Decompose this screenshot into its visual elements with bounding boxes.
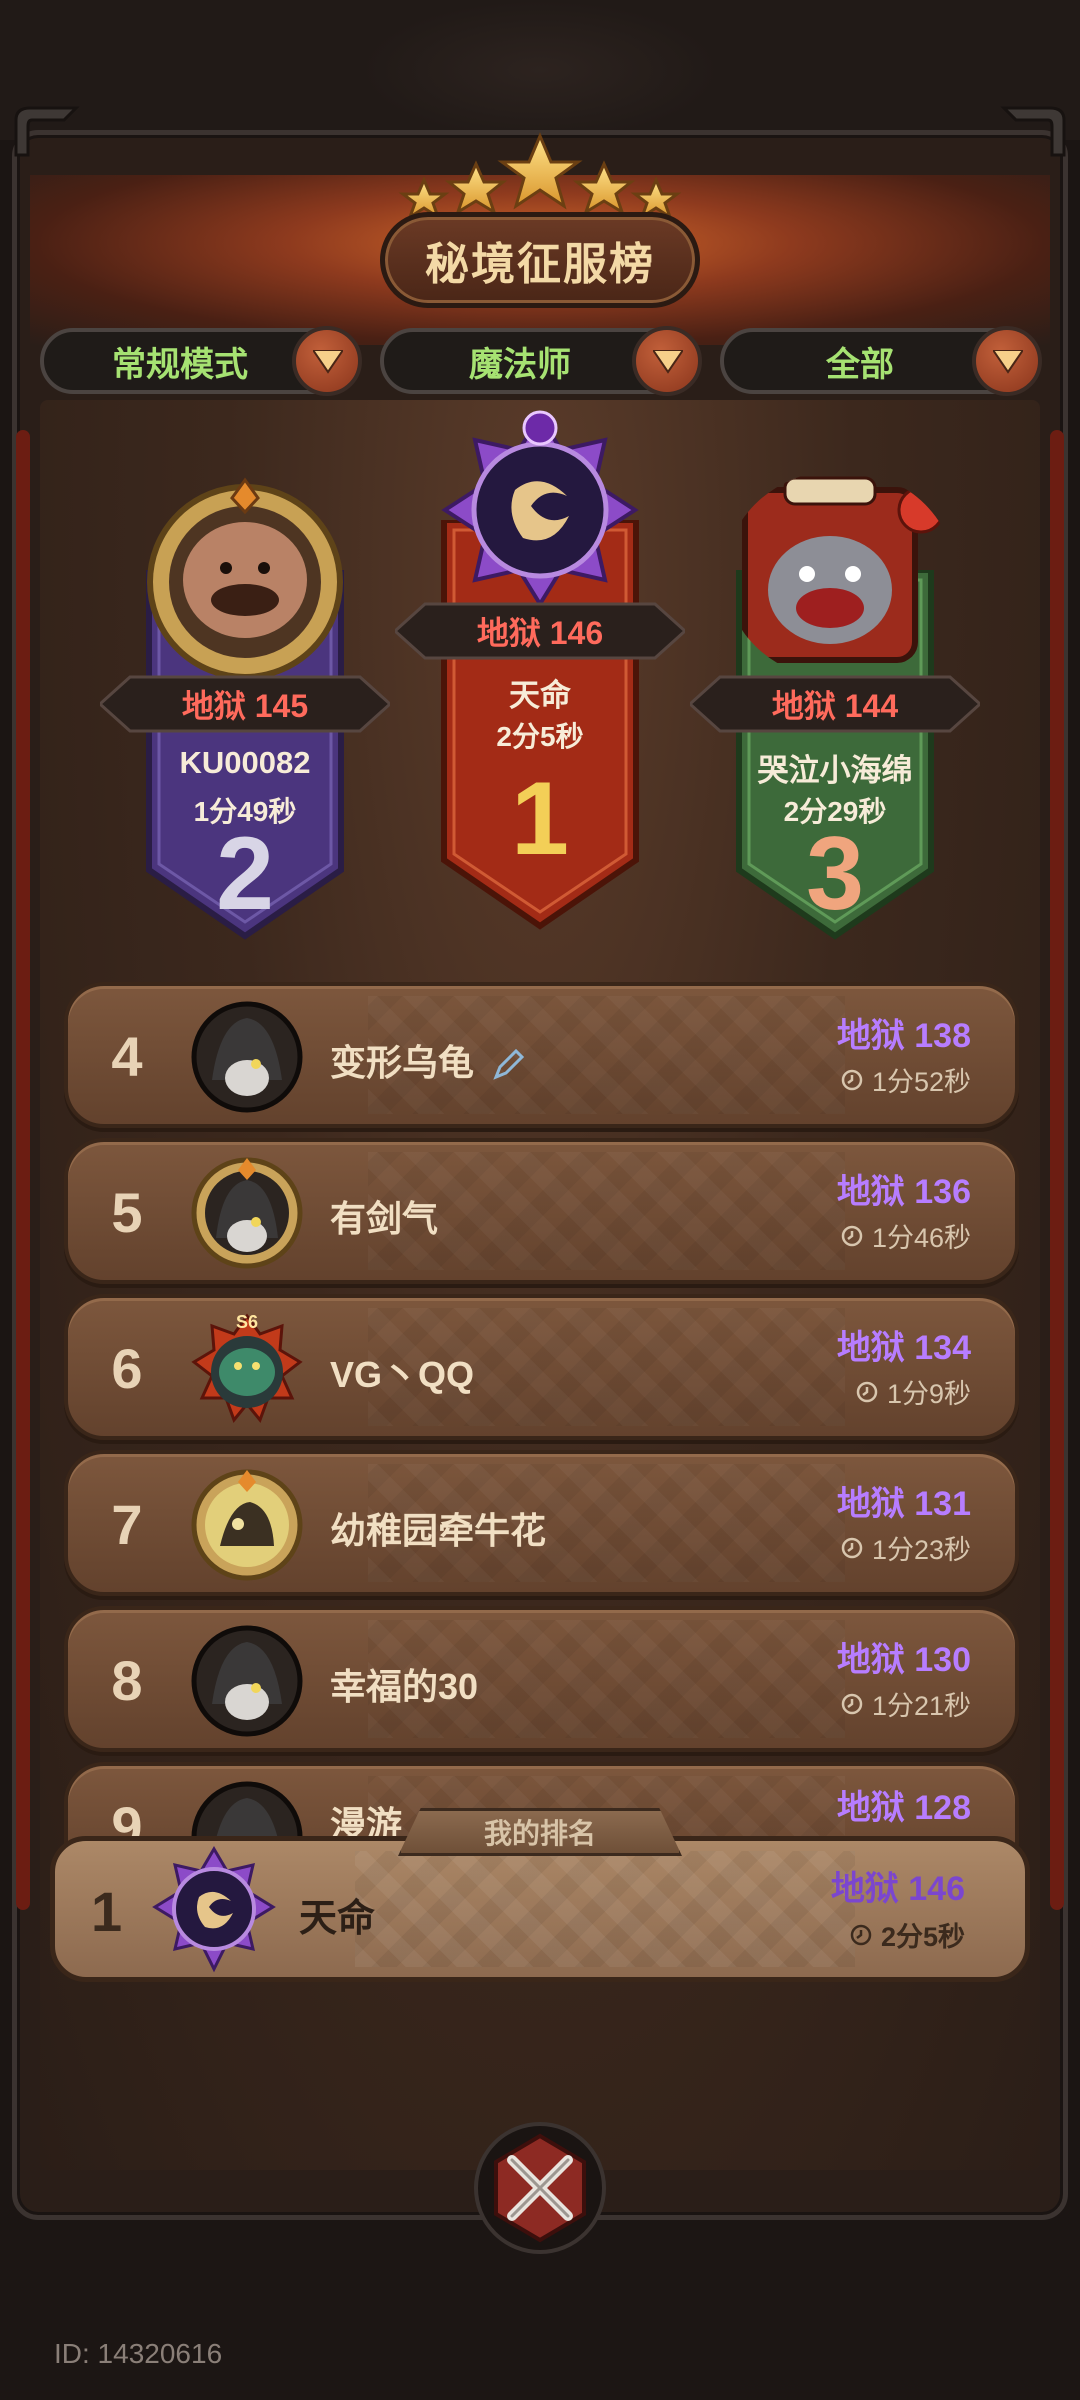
row-time: 1分23秒 [840,1528,971,1567]
row-score: 地狱 138 [836,1017,971,1055]
row-score: 地狱 130 [836,1641,971,1679]
close-button[interactable] [472,2120,608,2256]
podium-second-rank: 2 [216,816,274,932]
avatar-dragon-icon: S6 [191,1312,303,1424]
user-id: ID: 14320616 [54,2338,223,2369]
leaderboard-row[interactable]: 5 有剑气 地狱 136 1分46秒 [64,1138,1019,1284]
row-rank: 5 [111,1181,143,1244]
avatar-warrior-icon [191,1469,303,1581]
my-rank-time: 2分5秒 [849,1915,965,1954]
podium-second-name: KU00082 [179,745,311,780]
row-score: 地狱 134 [836,1329,971,1367]
my-rank-label: 我的排名 [398,1808,682,1856]
leaderboard-row[interactable]: 6 S6 VG丶QQ 地狱 134 1分9秒 [64,1294,1019,1440]
left-rail [16,430,30,1910]
my-rank-row[interactable]: 1 天命 地狱 146 2分5秒 [50,1836,1030,1982]
class-filter-toggle[interactable] [632,326,702,396]
row-time: 1分9秒 [855,1372,971,1411]
row-player-name: 有剑气 [330,1198,439,1239]
chevron-down-icon [993,350,1023,374]
season-badge: S6 [236,1312,258,1332]
podium-first-name: 天命 [509,678,571,713]
row-rank: 4 [111,1025,143,1088]
podium-first[interactable]: 地狱 146 天命 2分5秒 1 [395,410,685,930]
row-player-name: 变形乌龟 [330,1034,528,1086]
row-rank: 8 [111,1649,143,1712]
title-plate: 秘境征服榜 [380,212,700,308]
podium-first-time: 2分5秒 [496,721,584,752]
page-title: 秘境征服榜 [425,240,655,289]
row-time: 1分21秒 [840,1684,971,1723]
avatar-hooded-gold-icon [191,1157,303,1269]
my-rank-name: 天命 [299,1898,376,1940]
clock-icon [841,1225,863,1246]
row-rank: 6 [111,1337,143,1400]
podium-second[interactable]: 地狱 145 KU00082 1分49秒 2 [100,470,390,940]
avatar-hooded-icon [191,1625,303,1737]
podium-second-score: 地狱 145 [100,675,390,733]
row-score: 地狱 131 [836,1485,971,1523]
leaderboard-row[interactable]: 4 变形乌龟 地狱 138 1分52秒 [64,982,1019,1128]
mode-filter-dropdown[interactable]: 常规模式 [40,326,362,396]
clock-icon [841,1693,863,1714]
podium-first-score: 地狱 146 [395,602,685,660]
row-player-name: VG丶QQ [330,1354,475,1395]
right-rail [1050,430,1064,1910]
row-score: 地狱 136 [836,1173,971,1211]
podium-third-name: 哭泣小海绵 [757,753,913,788]
clock-icon [850,1924,872,1945]
row-player-name: 幸福的30 [330,1666,479,1707]
my-rank-score: 地狱 146 [830,1870,965,1908]
avatar-moon-icon [441,410,639,608]
leaderboard-row[interactable]: 8 幸福的30 地狱 130 1分21秒 [64,1606,1019,1752]
podium-third[interactable]: 地狱 144 哭泣小海绵 2分29秒 3 [690,470,980,940]
class-filter-dropdown[interactable]: 魔法师 [380,326,702,396]
stars-icon [398,132,682,218]
my-rank-number: 1 [91,1880,123,1943]
chevron-down-icon [313,350,343,374]
leaderboard-row[interactable]: 7 幼稚园牵牛花 地狱 131 1分23秒 [64,1450,1019,1596]
edit-pencil-icon[interactable] [488,1045,528,1085]
scope-filter-dropdown[interactable]: 全部 [720,326,1042,396]
top-backdrop [0,0,1080,140]
avatar-circus-icon [742,476,945,663]
row-score: 地狱 128 [836,1789,971,1827]
row-time: 1分52秒 [840,1060,971,1099]
podium-first-rank: 1 [511,761,569,877]
chevron-down-icon [653,350,683,374]
row-player-name: 幼稚园牵牛花 [330,1510,547,1551]
avatar-mushroom-icon [147,477,343,680]
avatar-hooded-icon [191,1001,303,1113]
avatar-moon-icon [152,1846,276,1973]
clock-icon [841,1069,863,1090]
podium-third-rank: 3 [806,816,864,932]
clock-icon [856,1381,878,1402]
clock-icon [841,1537,863,1558]
row-time: 1分46秒 [840,1216,971,1255]
mode-filter-toggle[interactable] [292,326,362,396]
podium-third-score: 地狱 144 [690,675,980,733]
scope-filter-toggle[interactable] [972,326,1042,396]
row-rank: 7 [111,1493,143,1556]
